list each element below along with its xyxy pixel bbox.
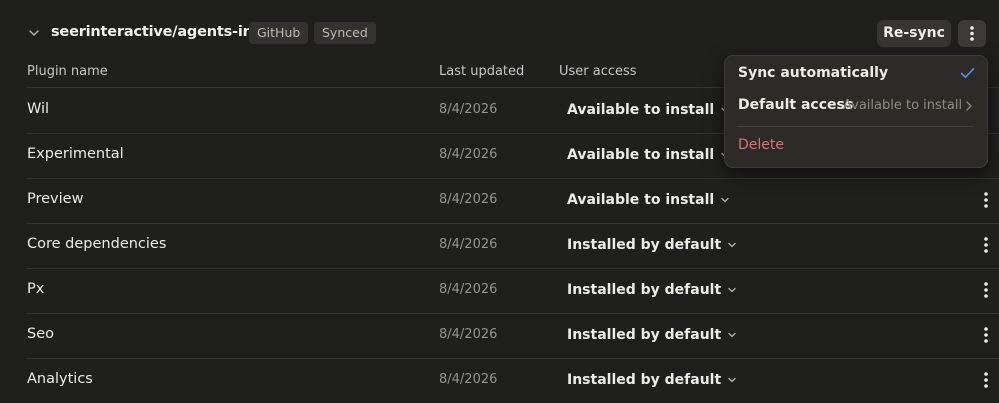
user-access-value: Installed by default <box>567 372 722 388</box>
column-header-user-access: User access <box>559 64 637 79</box>
chevron-right-icon <box>966 101 972 111</box>
plugin-name: Experimental <box>27 146 124 162</box>
more-vertical-icon[interactable] <box>980 370 992 390</box>
user-access-select[interactable]: Installed by default <box>559 365 745 395</box>
user-access-value: Installed by default <box>567 282 722 298</box>
user-access-value: Installed by default <box>567 237 722 253</box>
user-access-select[interactable]: Installed by default <box>559 320 745 350</box>
chevron-down-icon[interactable] <box>27 26 41 40</box>
table-row: Core dependencies 8/4/2026 Installed by … <box>0 223 999 268</box>
plugin-name: Wil <box>27 101 50 117</box>
more-options-button[interactable] <box>958 20 986 47</box>
user-access-value: Available to install <box>567 147 715 163</box>
chevron-down-icon <box>721 197 729 203</box>
last-updated: 8/4/2026 <box>439 282 498 297</box>
column-header-plugin-name: Plugin name <box>27 64 108 79</box>
chevron-down-icon <box>728 287 736 293</box>
user-access-select[interactable]: Available to install <box>559 185 738 215</box>
more-vertical-icon[interactable] <box>980 190 992 210</box>
repo-name: seerinteractive/agents-infra <box>51 24 276 40</box>
user-access-select[interactable]: Available to install <box>559 95 738 125</box>
chevron-down-icon <box>728 332 736 338</box>
more-vertical-icon <box>970 26 974 41</box>
last-updated: 8/4/2026 <box>439 372 498 387</box>
menu-item-default-access[interactable]: Default access Available to install <box>725 90 987 122</box>
last-updated: 8/4/2026 <box>439 102 498 117</box>
user-access-value: Available to install <box>567 192 715 208</box>
menu-item-label: Sync automatically <box>738 65 889 81</box>
user-access-value: Available to install <box>567 102 715 118</box>
last-updated: 8/4/2026 <box>439 237 498 252</box>
table-row: Preview 8/4/2026 Available to install <box>0 178 999 223</box>
user-access-select[interactable]: Available to install <box>559 140 738 170</box>
last-updated: 8/4/2026 <box>439 147 498 162</box>
table-row: Px 8/4/2026 Installed by default <box>0 268 999 313</box>
menu-separator <box>737 126 974 127</box>
last-updated: 8/4/2026 <box>439 192 498 207</box>
more-vertical-icon[interactable] <box>980 280 992 300</box>
user-access-select[interactable]: Installed by default <box>559 275 745 305</box>
plugin-name: Core dependencies <box>27 236 167 252</box>
plugin-name: Preview <box>27 191 84 207</box>
menu-item-label: Default access <box>738 97 854 113</box>
repo-options-menu: Sync automatically Default access Availa… <box>724 55 988 168</box>
table-row: Seo 8/4/2026 Installed by default <box>0 313 999 358</box>
check-icon <box>960 68 975 78</box>
menu-item-sync-automatically[interactable]: Sync automatically <box>725 58 987 90</box>
menu-item-label: Delete <box>738 137 784 153</box>
chevron-down-icon <box>728 377 736 383</box>
table-row: Analytics 8/4/2026 Installed by default <box>0 358 999 403</box>
plugin-name: Seo <box>27 326 54 342</box>
menu-item-delete[interactable]: Delete <box>725 130 987 162</box>
plugin-name: Px <box>27 281 45 297</box>
column-header-last-updated: Last updated <box>439 64 525 79</box>
last-updated: 8/4/2026 <box>439 327 498 342</box>
default-access-value: Available to install <box>843 98 963 113</box>
plugin-name: Analytics <box>27 371 93 387</box>
chevron-down-icon <box>728 242 736 248</box>
github-badge: GitHub <box>249 22 309 44</box>
user-access-value: Installed by default <box>567 327 722 343</box>
resync-button[interactable]: Re-sync <box>877 20 951 47</box>
synced-badge: Synced <box>314 22 376 44</box>
user-access-select[interactable]: Installed by default <box>559 230 745 260</box>
more-vertical-icon[interactable] <box>980 325 992 345</box>
more-vertical-icon[interactable] <box>980 235 992 255</box>
